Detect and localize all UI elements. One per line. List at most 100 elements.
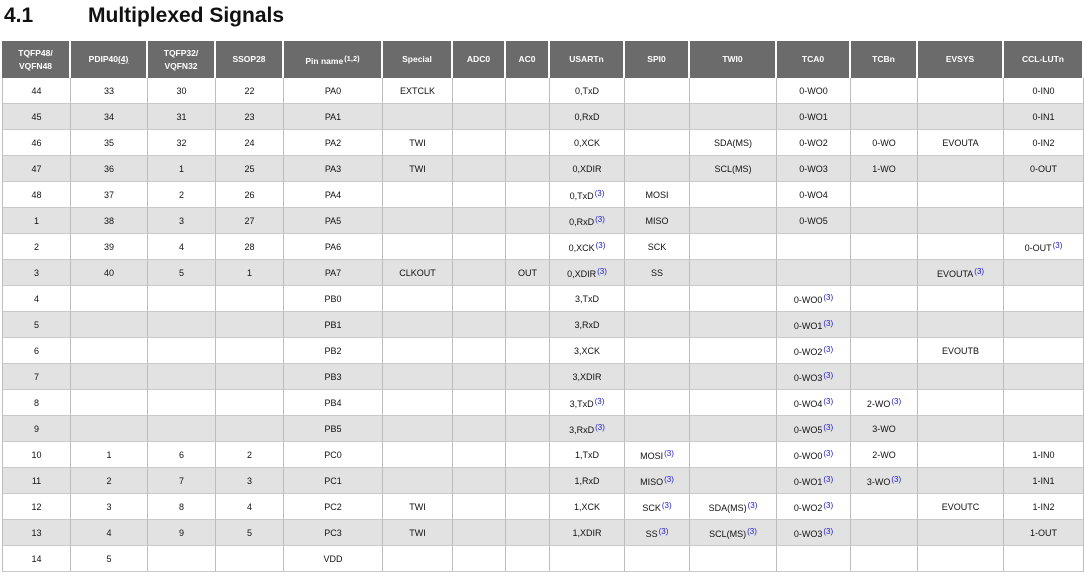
table-cell: 36 <box>71 156 148 182</box>
table-cell: VDD <box>284 546 383 572</box>
footnote-ref[interactable]: (3) <box>823 423 833 432</box>
section-title: Multiplexed Signals <box>88 4 285 27</box>
table-cell: 8 <box>148 494 216 520</box>
table-cell: 11 <box>2 468 71 494</box>
table-cell: 1,RxD <box>550 468 625 494</box>
table-cell <box>383 104 453 130</box>
table-cell: SCK <box>625 234 690 260</box>
table-cell: 0-WO1 <box>777 104 851 130</box>
table-cell <box>690 364 777 390</box>
table-cell <box>383 182 453 208</box>
footnote-ref[interactable]: (3) <box>1053 241 1063 250</box>
table-cell: TWI <box>383 494 453 520</box>
footnote-ref[interactable]: (3) <box>664 475 674 484</box>
table-cell: PB1 <box>284 312 383 338</box>
table-cell <box>690 208 777 234</box>
table-cell <box>453 104 506 130</box>
table-cell: 0-WO3 <box>777 156 851 182</box>
table-cell <box>690 78 777 104</box>
table-cell <box>453 78 506 104</box>
column-header: AC0 <box>506 41 550 78</box>
table-cell: SS <box>625 260 690 286</box>
footnote-ref[interactable]: (3) <box>823 371 833 380</box>
footnote-ref[interactable]: (3) <box>595 397 605 406</box>
table-cell: SDA(MS) <box>690 130 777 156</box>
table-cell: PC0 <box>284 442 383 468</box>
table-cell: 5 <box>148 260 216 286</box>
table-cell <box>690 104 777 130</box>
footnote-ref[interactable]: (3) <box>823 293 833 302</box>
table-cell <box>1004 208 1084 234</box>
footnote-ref[interactable]: (3) <box>823 527 833 536</box>
footnote-ref[interactable]: (3) <box>823 397 833 406</box>
table-cell: MOSI(3) <box>625 442 690 468</box>
table-row: 11 2 7 3 PC1 1,RxD MISO(3) 0-WO1(3) 3-WO(3) 1-IN1 <box>2 468 1084 494</box>
table-cell: 1,TxD <box>550 442 625 468</box>
table-cell: 0,TxD <box>550 78 625 104</box>
table-cell <box>506 104 550 130</box>
footnote-ref[interactable]: (3) <box>595 189 605 198</box>
table-cell: 27 <box>216 208 284 234</box>
table-cell <box>216 364 284 390</box>
table-cell: 9 <box>2 416 71 442</box>
table-cell <box>148 286 216 312</box>
table-cell: 0-WO1(3) <box>777 312 851 338</box>
footnote-ref[interactable]: (3) <box>659 527 669 536</box>
table-cell <box>148 416 216 442</box>
table-cell: SCL(MS)(3) <box>690 520 777 546</box>
table-cell: TWI <box>383 130 453 156</box>
table-cell <box>777 234 851 260</box>
footnote-ref[interactable]: (3) <box>747 527 757 536</box>
table-cell <box>506 416 550 442</box>
footnote-ref[interactable]: (3) <box>823 449 833 458</box>
table-row: 6 PB2 3,XCK 0-WO2(3) EVOUTB <box>2 338 1084 364</box>
table-cell <box>383 546 453 572</box>
table-row: 1 38 3 27 PA5 0,RxD(3) MISO 0-WO5 <box>2 208 1084 234</box>
footnote-ref[interactable]: (3) <box>597 267 607 276</box>
table-cell: 2-WO <box>851 442 918 468</box>
footnote-ref[interactable]: (3) <box>974 267 984 276</box>
footnote-ref[interactable]: (3) <box>748 501 758 510</box>
column-header: SPI0 <box>625 41 690 78</box>
footnote-ref[interactable]: (3) <box>891 475 901 484</box>
table-cell: 2 <box>2 234 71 260</box>
table-cell <box>777 260 851 286</box>
table-cell <box>1004 312 1084 338</box>
table-cell <box>851 104 918 130</box>
table-cell <box>453 416 506 442</box>
table-cell: PA2 <box>284 130 383 156</box>
table-cell: 0-WO2(3) <box>777 494 851 520</box>
table-cell <box>148 390 216 416</box>
footnote-ref[interactable]: (3) <box>823 319 833 328</box>
footnote-ref[interactable]: (3) <box>595 215 605 224</box>
table-cell: 0,RxD(3) <box>550 208 625 234</box>
table-cell <box>690 390 777 416</box>
table-cell <box>383 312 453 338</box>
table-row: 48 37 2 26 PA4 0,TxD(3) MOSI 0-WO4 <box>2 182 1084 208</box>
table-cell <box>506 78 550 104</box>
footnote-ref[interactable]: (3) <box>891 397 901 406</box>
table-cell <box>851 520 918 546</box>
table-cell <box>148 312 216 338</box>
table-cell <box>918 286 1004 312</box>
table-cell: 32 <box>148 130 216 156</box>
footnote-ref[interactable]: (3) <box>596 241 606 250</box>
table-cell: 1-IN2 <box>1004 494 1084 520</box>
table-cell: 14 <box>2 546 71 572</box>
table-cell <box>625 364 690 390</box>
table-cell <box>506 546 550 572</box>
table-cell <box>383 234 453 260</box>
footnote-ref[interactable]: (3) <box>662 501 672 510</box>
footnote-ref[interactable]: (3) <box>823 475 833 484</box>
footnote-ref[interactable]: (3) <box>823 501 833 510</box>
table-cell: 10 <box>2 442 71 468</box>
table-cell <box>216 286 284 312</box>
footnote-ref[interactable]: (3) <box>595 423 605 432</box>
footnote-ref[interactable]: (3) <box>664 449 674 458</box>
table-cell: MISO <box>625 208 690 234</box>
table-cell: 2 <box>148 182 216 208</box>
table-cell <box>506 364 550 390</box>
footnote-ref[interactable]: (3) <box>823 345 833 354</box>
table-cell <box>918 442 1004 468</box>
table-cell: 39 <box>71 234 148 260</box>
